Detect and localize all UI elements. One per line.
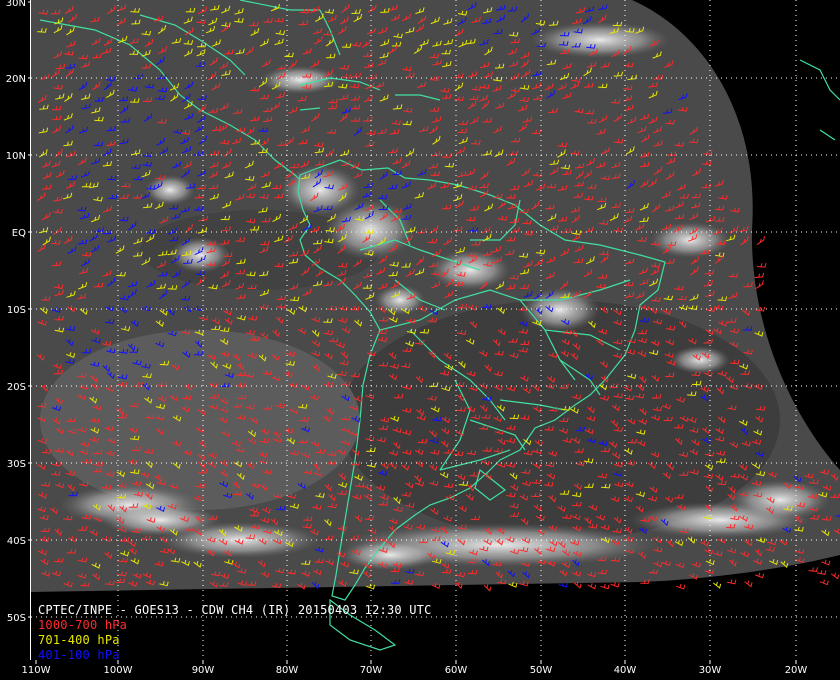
satellite-map: 30N 20N 10N EQ 10S 20S 30S 40S 50S 110W 100W 90W 80…: [0, 0, 840, 680]
longitude-label: 100W: [104, 665, 133, 676]
legend-low-level: 1000-700 hPa: [38, 618, 128, 632]
longitude-label: 70W: [360, 665, 383, 676]
longitude-label: 90W: [192, 665, 215, 676]
cloud-patch: [145, 175, 195, 205]
legend-high-level: 401-100 hPa: [38, 648, 120, 662]
longitude-label: 20W: [785, 665, 808, 676]
cloud-patch: [730, 480, 830, 520]
longitude-label: 80W: [276, 665, 299, 676]
cloud-patch: [670, 346, 730, 374]
cloud-patch: [650, 222, 730, 258]
cloud-patch: [530, 22, 670, 58]
latitude-label: 10S: [7, 305, 26, 316]
latitude-label: 10N: [6, 151, 26, 162]
longitude-label: 50W: [530, 665, 553, 676]
longitude-label: 110W: [22, 665, 51, 676]
latitude-label: 30S: [7, 459, 26, 470]
latitude-label: 30N: [6, 0, 26, 9]
latitude-label: 50S: [7, 613, 26, 624]
caption-block: CPTEC/INPE - GOES13 - CDW CH4 (IR) 20150…: [38, 603, 432, 663]
latitude-label: 40S: [7, 536, 26, 547]
cloud-patch: [260, 66, 340, 94]
longitude-label: 40W: [614, 665, 637, 676]
latitude-label: 20S: [7, 382, 26, 393]
cloud-patch: [340, 540, 440, 570]
longitude-label: 60W: [445, 665, 468, 676]
latitude-label: 20N: [6, 74, 26, 85]
map-title: CPTEC/INPE - GOES13 - CDW CH4 (IR) 20150…: [38, 603, 432, 617]
legend-mid-level: 701-400 hPa: [38, 633, 120, 647]
longitude-label: 30W: [699, 665, 722, 676]
cloud-patch: [170, 237, 230, 273]
latitude-label: EQ: [12, 228, 26, 239]
